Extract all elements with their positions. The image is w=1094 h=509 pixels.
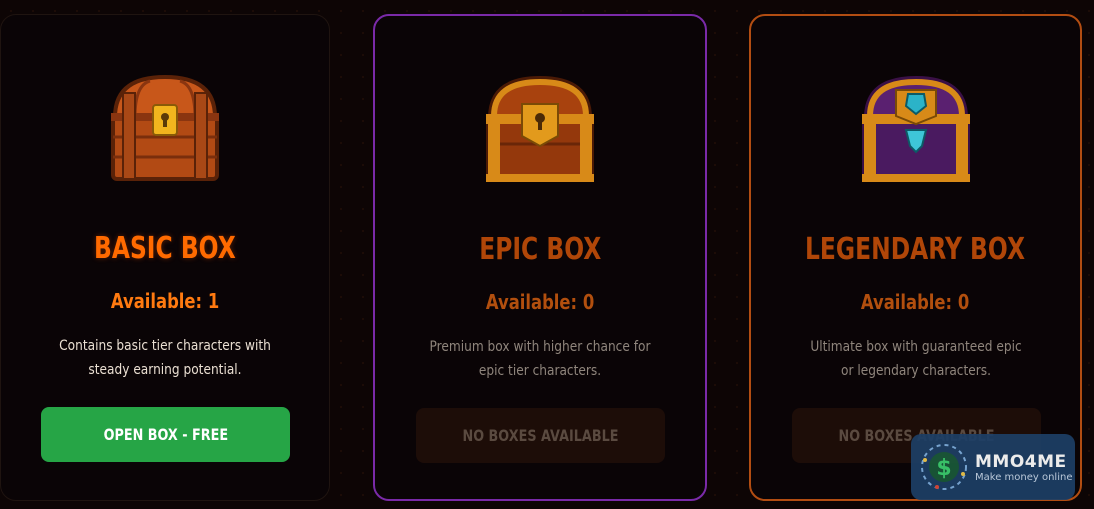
card-description: Ultimate box with guaranteed epic or leg… [809, 339, 1022, 379]
epic-box-card: EPIC BOX Available: 0 Premium box with h… [373, 14, 707, 501]
basic-box-card: BASIC BOX Available: 1 Contains basic ti… [0, 14, 330, 501]
dollar-coin-icon: $ [921, 444, 967, 490]
card-title: LEGENDARY BOX [805, 232, 1026, 267]
watermark-badge: $ MMO4ME Make money online [911, 434, 1075, 500]
legendary-box-card: LEGENDARY BOX Available: 0 Ultimate box … [749, 14, 1082, 501]
open-box-button[interactable]: OPEN BOX - FREE [41, 407, 290, 462]
card-title: EPIC BOX [478, 232, 602, 267]
wooden-chest-icon [111, 74, 219, 181]
available-count: Available: 0 [861, 290, 970, 314]
open-box-button-label: OPEN BOX - FREE [103, 425, 228, 444]
available-count: Available: 0 [485, 290, 595, 314]
available-count: Available: 1 [110, 289, 220, 313]
svg-text:$: $ [936, 456, 951, 481]
golden-chest-icon [486, 75, 594, 182]
card-description: Premium box with higher chance for epic … [429, 339, 651, 379]
card-title: BASIC BOX [94, 231, 236, 266]
no-boxes-button-label: NO BOXES AVAILABLE [462, 426, 619, 445]
no-boxes-button[interactable]: NO BOXES AVAILABLE [416, 408, 665, 463]
watermark-name: MMO4ME [975, 451, 1067, 472]
card-description: Contains basic tier characters with stea… [59, 338, 271, 378]
gem-chest-icon [861, 75, 970, 182]
watermark-tagline: Make money online [975, 471, 1073, 483]
